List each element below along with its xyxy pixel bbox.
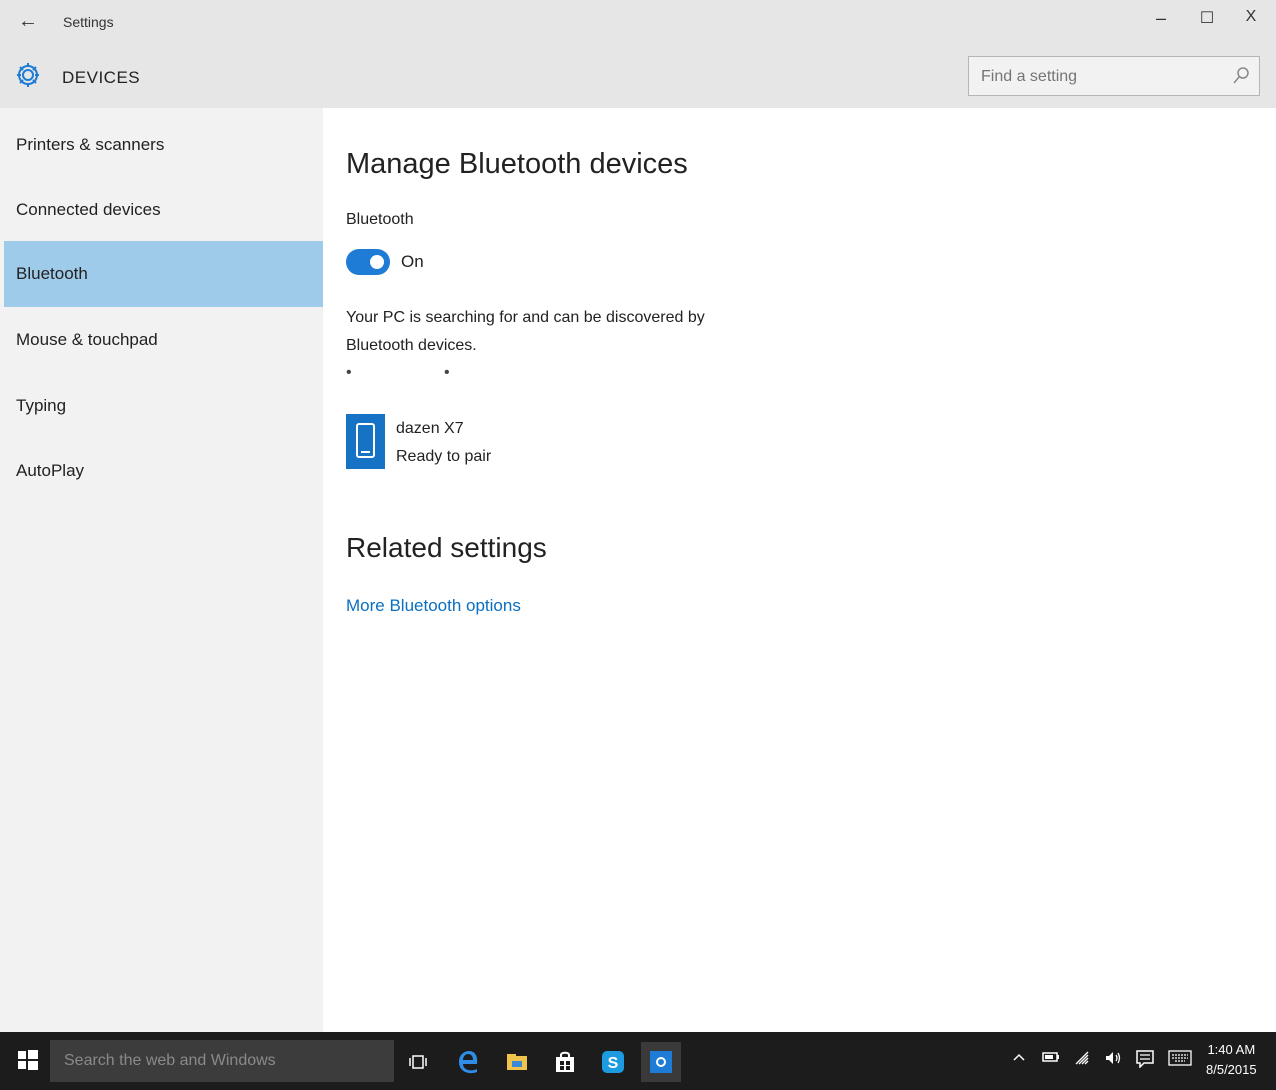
settings-icon[interactable] xyxy=(641,1042,681,1082)
app-title: Settings xyxy=(63,14,114,30)
search-icon[interactable] xyxy=(1233,67,1249,90)
device-status: Ready to pair xyxy=(396,448,492,465)
bluetooth-toggle[interactable] xyxy=(346,249,390,275)
title-bar: ← Settings – ☐ X xyxy=(0,0,1276,48)
keyboard-icon[interactable] xyxy=(1168,1050,1192,1069)
settings-header: DEVICES xyxy=(0,48,1276,108)
start-button[interactable] xyxy=(18,1050,38,1075)
edge-icon[interactable] xyxy=(448,1042,488,1082)
page-title: Manage Bluetooth devices xyxy=(346,148,688,180)
main-content: Manage Bluetooth devices Bluetooth On Yo… xyxy=(323,108,1276,1032)
skype-icon[interactable]: S xyxy=(593,1042,633,1082)
wifi-icon[interactable] xyxy=(1074,1050,1090,1069)
task-view-icon[interactable] xyxy=(398,1042,438,1082)
svg-text:S: S xyxy=(608,1055,619,1072)
close-button[interactable]: X xyxy=(1236,8,1266,26)
discovery-description: Your PC is searching for and can be disc… xyxy=(346,309,705,354)
sidebar-item-typing[interactable]: Typing xyxy=(4,373,323,439)
battery-icon[interactable] xyxy=(1042,1050,1060,1066)
sidebar-item-connected-devices[interactable]: Connected devices xyxy=(4,177,323,243)
maximize-button[interactable]: ☐ xyxy=(1192,8,1222,28)
minimize-button[interactable]: – xyxy=(1146,8,1176,29)
volume-icon[interactable] xyxy=(1104,1050,1122,1069)
clock-date: 8/5/2015 xyxy=(1206,1062,1257,1077)
sidebar-item-bluetooth[interactable]: Bluetooth xyxy=(4,241,323,307)
store-icon[interactable] xyxy=(545,1042,585,1082)
searching-indicator: • • xyxy=(346,364,494,381)
related-settings-title: Related settings xyxy=(346,532,547,563)
phone-icon xyxy=(346,414,385,469)
sidebar: Printers & scanners Connected devices Bl… xyxy=(0,108,323,1032)
toggle-knob xyxy=(370,255,384,269)
clock-time: 1:40 AM xyxy=(1207,1042,1256,1057)
search-box[interactable] xyxy=(968,56,1260,96)
taskbar: Search the web and Windows S 1:40 AM 8/5… xyxy=(0,1032,1276,1090)
file-explorer-icon[interactable] xyxy=(497,1042,537,1082)
toggle-state-label: On xyxy=(401,252,424,271)
taskbar-search-box[interactable]: Search the web and Windows xyxy=(50,1040,394,1082)
device-name: dazen X7 xyxy=(396,420,464,437)
bluetooth-label: Bluetooth xyxy=(346,211,414,228)
search-input[interactable] xyxy=(979,65,1233,89)
action-center-icon[interactable] xyxy=(1136,1050,1154,1071)
sidebar-item-autoplay[interactable]: AutoPlay xyxy=(4,438,323,504)
sidebar-item-mouse-touchpad[interactable]: Mouse & touchpad xyxy=(4,307,323,373)
section-title: DEVICES xyxy=(62,68,141,87)
device-list-item[interactable]: dazen X7 Ready to pair xyxy=(346,414,646,470)
taskbar-search-text: Search the web and Windows xyxy=(64,1052,276,1069)
back-button[interactable]: ← xyxy=(18,10,38,33)
sidebar-item-printers-scanners[interactable]: Printers & scanners xyxy=(4,112,323,178)
system-clock[interactable]: 1:40 AM 8/5/2015 xyxy=(1206,1040,1257,1080)
more-bluetooth-options-link[interactable]: More Bluetooth options xyxy=(346,596,521,616)
gear-icon xyxy=(14,60,42,95)
chevron-up-icon[interactable] xyxy=(1012,1050,1026,1066)
